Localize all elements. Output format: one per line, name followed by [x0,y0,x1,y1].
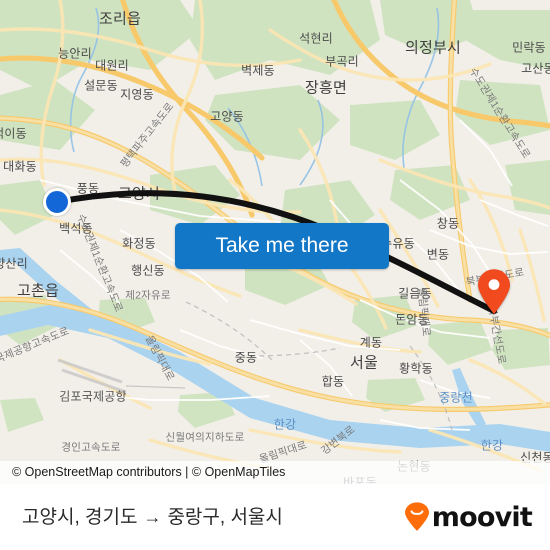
footer-bar: 고양시, 경기도 → 중랑구, 서울시 moovit [0,484,550,550]
trip-origin: 고양시, 경기도 [22,507,138,528]
moovit-pin-icon [404,502,429,531]
trip-destination: 중랑구, 서울시 [167,507,283,528]
moovit-logo[interactable]: moovit [404,484,533,550]
map-attribution: © OpenStreetMap contributors | © OpenMap… [0,461,550,484]
arrow-icon: → [143,507,162,527]
origin-marker[interactable] [43,188,71,216]
map-canvas[interactable]: 조리읍능안리대원리설문동지영동덕이동석현리부곡리벽제동장흥면고양동의정부시민락동… [0,0,550,484]
take-me-there-button[interactable]: Take me there [175,223,389,269]
moovit-route-map-card: 조리읍능안리대원리설문동지영동덕이동석현리부곡리벽제동장흥면고양동의정부시민락동… [0,0,550,550]
destination-marker[interactable] [476,269,512,315]
moovit-wordmark: moovit [431,501,533,533]
trip-summary: 고양시, 경기도 → 중랑구, 서울시 [22,484,283,550]
